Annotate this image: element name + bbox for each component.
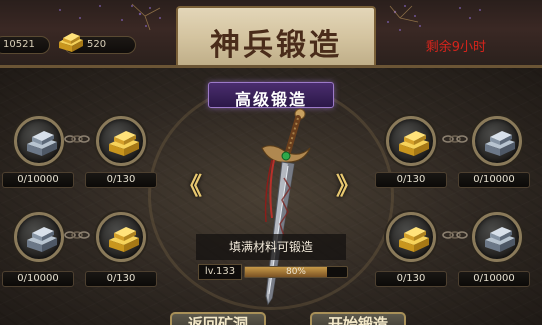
forge-hint: 填满材料可锻造: [196, 234, 346, 260]
silver-counter: 10521: [0, 36, 50, 54]
stone-ingot-icon: [27, 227, 57, 252]
left-top-gold-count: 0/130: [85, 172, 157, 188]
slot-left-top-stone[interactable]: [14, 116, 64, 166]
remaining-time: 剩余9小时: [425, 40, 486, 55]
next-arrow[interactable]: 》: [336, 166, 360, 201]
page-title: 神兵锻造: [210, 28, 342, 63]
chain-decoration: [64, 231, 90, 239]
title-plaque: 神兵锻造: [176, 6, 376, 65]
chain-decoration: [64, 135, 90, 143]
silver-amount: 10521: [3, 39, 35, 50]
prev-arrow[interactable]: 《: [178, 166, 202, 201]
slot-left-top-gold[interactable]: [96, 116, 146, 166]
slot-right-top-gold[interactable]: [386, 116, 436, 166]
gold-ingot-icon: [59, 33, 83, 52]
start-forge-button[interactable]: 开始锻造: [310, 312, 406, 325]
slot-left-bottom-stone[interactable]: [14, 212, 64, 262]
forge-progress-label: 80%: [285, 267, 306, 277]
chain-decoration: [442, 135, 468, 143]
return-mine-button[interactable]: 返回矿洞: [170, 312, 266, 325]
right-bottom-gold-count: 0/130: [375, 271, 447, 287]
forge-mode-banner: 高级锻造: [208, 82, 334, 109]
stone-ingot-icon: [27, 131, 57, 156]
gold-amount: 520: [87, 39, 107, 50]
weapon-level: lv.133: [198, 264, 242, 280]
forge-panel: 高级锻造 0/10000 0/130 0/10000 0/130 0/130 0…: [0, 68, 542, 325]
slot-right-bottom-stone[interactable]: [472, 212, 522, 262]
gold-ingot-icon: [399, 227, 429, 252]
gold-ingot-icon: [109, 131, 139, 156]
forge-mode-label: 高级锻造: [234, 90, 307, 109]
sword-icon: [261, 108, 311, 306]
left-top-stone-count: 0/10000: [2, 172, 74, 188]
gold-ingot-icon: [399, 131, 429, 156]
stone-ingot-icon: [485, 227, 515, 252]
forge-progress-bar: 80%: [244, 266, 348, 278]
slot-right-bottom-gold[interactable]: [386, 212, 436, 262]
right-top-gold-count: 0/130: [375, 172, 447, 188]
slot-left-bottom-gold[interactable]: [96, 212, 146, 262]
left-bottom-gold-count: 0/130: [85, 271, 157, 287]
top-bar: 10521 520 神兵锻造 剩余9小时: [0, 0, 542, 68]
chain-decoration: [442, 231, 468, 239]
gold-ingot-icon: [109, 227, 139, 252]
right-bottom-stone-count: 0/10000: [458, 271, 530, 287]
stone-ingot-icon: [485, 131, 515, 156]
left-bottom-stone-count: 0/10000: [2, 271, 74, 287]
right-top-stone-count: 0/10000: [458, 172, 530, 188]
slot-right-top-stone[interactable]: [472, 116, 522, 166]
